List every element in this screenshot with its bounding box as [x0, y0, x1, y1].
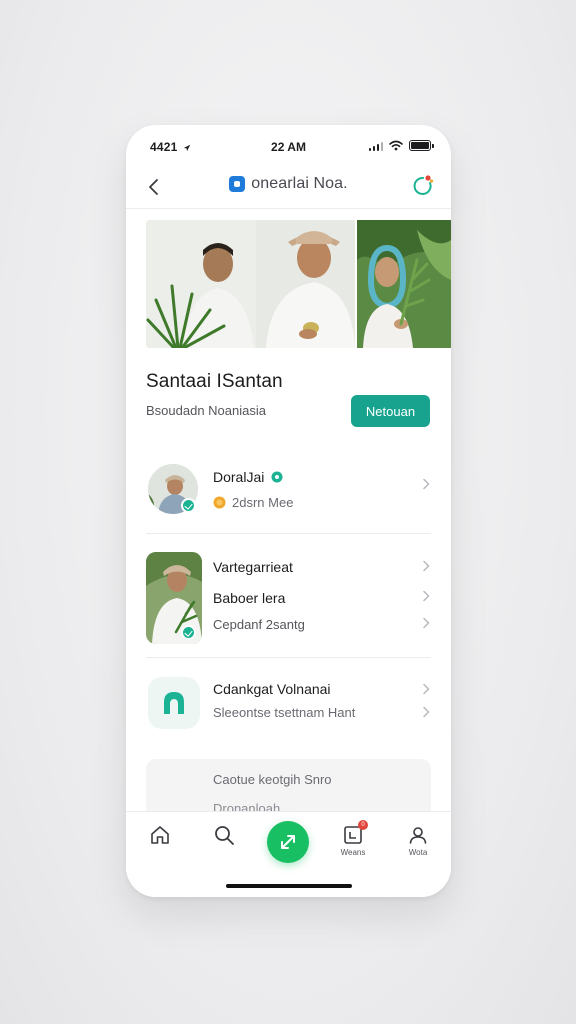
online-status-icon — [271, 471, 283, 483]
tab-bar: 0 Weans Wota — [126, 811, 451, 897]
profile-icon — [409, 827, 427, 844]
app-logo-icon — [229, 176, 246, 192]
tab-inbox[interactable]: 0 Weans — [333, 820, 373, 868]
chevron-right-icon — [423, 478, 430, 490]
notification-badge: 0 — [358, 820, 368, 830]
status-icons — [368, 140, 434, 151]
inbox-icon-wrap: 0 — [342, 820, 368, 846]
profile-subtitle: Bsoudadn Noaniasia — [146, 403, 266, 418]
chevron-right-icon — [423, 683, 430, 695]
hero-gallery — [146, 220, 451, 348]
list-item-title: Vartegarrieat — [213, 559, 293, 575]
cellular-signal-icon — [368, 141, 383, 151]
navigation-bar: onearlai Noa. — [126, 169, 451, 209]
list-item-meta: 2dsrn Mee — [213, 495, 293, 510]
chat-app-icon — [164, 692, 184, 714]
list-item-subtitle: Sleeontse tsettnam Hant — [213, 705, 356, 720]
home-icon — [151, 826, 169, 844]
profile-name: Santaai ISantan — [146, 371, 283, 392]
info-card-line1: Caotue keotgih Snro — [213, 772, 332, 787]
search-icon — [215, 826, 234, 845]
background: 4421 22 AM onearlai Noa. Santaai ISantan… — [0, 0, 576, 1024]
verified-badge-icon — [181, 625, 196, 640]
coin-icon — [213, 496, 226, 509]
compose-button[interactable] — [267, 821, 309, 863]
follow-button[interactable]: Netouan — [351, 395, 430, 427]
refresh-icon — [413, 175, 434, 195]
nav-title-text: onearlai Noa. — [251, 175, 348, 192]
phone-frame: 4421 22 AM onearlai Noa. Santaai ISantan… — [126, 125, 451, 897]
list-item-title: Cdankgat Volnanai — [213, 681, 331, 697]
divider — [146, 657, 431, 658]
tab-profile[interactable]: Wota — [398, 824, 438, 868]
list-item-line3: Cepdanf 2santg — [213, 617, 305, 632]
chevron-right-icon — [423, 590, 430, 602]
hero-photo-main[interactable] — [146, 220, 355, 348]
list-item-line2: Baboer lera — [213, 590, 286, 606]
list-item-title: DoralJai — [213, 469, 283, 485]
nav-title: onearlai Noa. — [126, 175, 451, 193]
tab-home[interactable] — [140, 824, 180, 868]
divider — [146, 533, 431, 534]
list-item[interactable]: Cdankgat Volnanai Sleeontse tsettnam Han… — [146, 673, 431, 733]
hero-photo-side-image — [357, 220, 451, 348]
hero-photo-main-image — [146, 220, 355, 348]
tab-profile-label: Wota — [408, 848, 428, 857]
compose-icon — [281, 835, 295, 849]
chevron-right-icon — [423, 706, 430, 718]
wifi-icon — [389, 140, 403, 151]
tab-inbox-label: Weans — [340, 848, 366, 857]
chevron-right-icon — [423, 560, 430, 572]
hero-photo-side[interactable] — [357, 220, 451, 348]
status-bar: 4421 22 AM — [126, 125, 451, 169]
list-item[interactable]: Vartegarrieat Baboer lera Cepdanf 2santg — [146, 550, 431, 645]
verified-badge-icon — [181, 498, 196, 513]
tab-search[interactable] — [204, 824, 244, 868]
app-icon — [148, 677, 200, 729]
home-indicator — [226, 884, 352, 888]
chevron-right-icon — [423, 617, 430, 629]
refresh-button[interactable] — [409, 172, 437, 200]
battery-icon — [409, 140, 434, 151]
list-item[interactable]: DoralJai 2dsrn Mee — [146, 458, 431, 518]
